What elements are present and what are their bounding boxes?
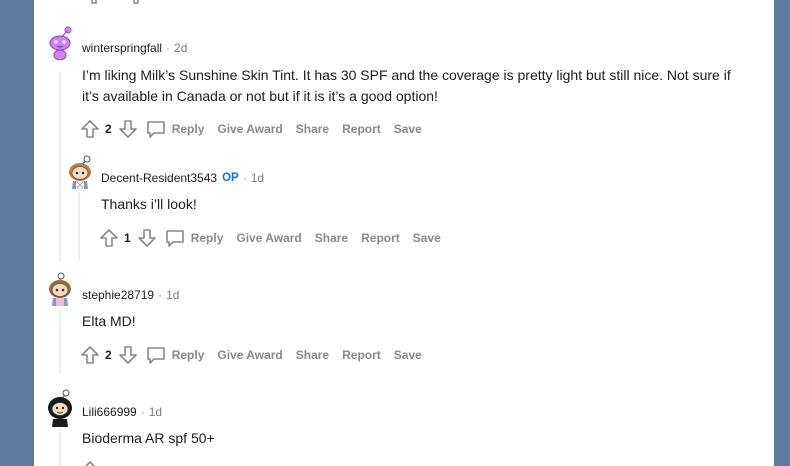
thread-line[interactable] (59, 428, 61, 466)
comment-bubble-icon[interactable] (146, 119, 166, 139)
comment-bubble-icon[interactable] (165, 228, 185, 248)
comment-body: Thanks i’ll look! (101, 196, 197, 212)
comment-meta: Decent-Resident3543 OP · 1d (101, 171, 264, 185)
comment-body: I’m liking Milk’s Sunshine Skin Tint. It… (82, 67, 731, 104)
report-button[interactable]: Report (361, 231, 400, 245)
upvote-icon[interactable] (80, 119, 100, 139)
report-button[interactable]: Report (342, 122, 381, 136)
author-link[interactable]: Decent-Resident3543 (101, 171, 217, 185)
avatar[interactable] (65, 155, 95, 189)
vote-score: 2 (105, 348, 112, 362)
comment-body: Bioderma AR spf 50+ (82, 430, 215, 446)
comment-timestamp[interactable]: 2d (174, 41, 187, 55)
thread-line[interactable] (78, 192, 80, 260)
snoo-pink-hair-icon (49, 272, 71, 306)
author-link[interactable]: winterspringfall (82, 41, 162, 55)
purple-snoo-icon (49, 26, 72, 61)
separator-dot: · (158, 288, 163, 302)
partial-action-row (86, 0, 176, 4)
thread-line[interactable] (59, 310, 61, 374)
separator-dot: · (140, 405, 145, 419)
snoo-blue-hair-icon (69, 155, 91, 189)
give-award-button[interactable]: Give Award (217, 348, 282, 362)
downvote-icon[interactable] (118, 119, 138, 139)
thread-line[interactable] (59, 72, 61, 262)
comment-actions: 1 Reply Give Award Share Report Save (99, 228, 454, 248)
comment-body: Elta MD! (82, 313, 136, 329)
author-link[interactable]: stephie28719 (82, 288, 154, 302)
op-badge: OP (222, 172, 239, 184)
save-button[interactable]: Save (394, 122, 422, 136)
downvote-icon[interactable] (118, 345, 138, 365)
comment-meta: stephie28719 · 1d (82, 288, 179, 302)
give-award-button[interactable]: Give Award (236, 231, 301, 245)
give-award-button[interactable]: Give Award (217, 122, 282, 136)
upvote-icon[interactable] (80, 345, 100, 365)
reply-button[interactable]: Reply (172, 122, 205, 136)
save-button[interactable]: Save (394, 348, 422, 362)
avatar[interactable] (45, 26, 75, 61)
reply-button[interactable]: Reply (172, 348, 205, 362)
vote-score: 1 (124, 231, 131, 245)
separator-dot: · (166, 41, 171, 55)
save-button[interactable]: Save (413, 231, 441, 245)
snoo-black-hair-icon (48, 389, 72, 427)
upvote-icon[interactable] (80, 460, 100, 466)
upvote-icon[interactable] (99, 228, 119, 248)
downvote-icon[interactable] (137, 228, 157, 248)
share-button[interactable]: Share (296, 122, 329, 136)
share-button[interactable]: Share (296, 348, 329, 362)
comment-actions: 2 Reply Give Award Share Report Save (80, 119, 435, 139)
share-button[interactable]: Share (315, 231, 348, 245)
comment-meta: Lili666999 · 1d (82, 405, 162, 419)
comment-bubble-icon[interactable] (146, 345, 166, 365)
avatar[interactable] (45, 389, 75, 427)
comment-timestamp[interactable]: 1d (166, 288, 179, 302)
comment-actions-partial (80, 460, 100, 466)
comment-timestamp[interactable]: 1d (251, 171, 264, 185)
comment-panel: winterspringfall · 2d I’m liking Milk’s … (34, 0, 774, 466)
report-button[interactable]: Report (342, 348, 381, 362)
comment-timestamp[interactable]: 1d (149, 405, 162, 419)
author-link[interactable]: Lili666999 (82, 405, 137, 419)
separator-dot: · (242, 171, 247, 185)
comment-actions: 2 Reply Give Award Share Report Save (80, 345, 435, 365)
vote-score: 2 (105, 122, 112, 136)
partial-vote-icons (91, 0, 139, 4)
avatar[interactable] (45, 272, 75, 306)
reply-button[interactable]: Reply (191, 231, 224, 245)
comment-meta: winterspringfall · 2d (82, 41, 187, 55)
